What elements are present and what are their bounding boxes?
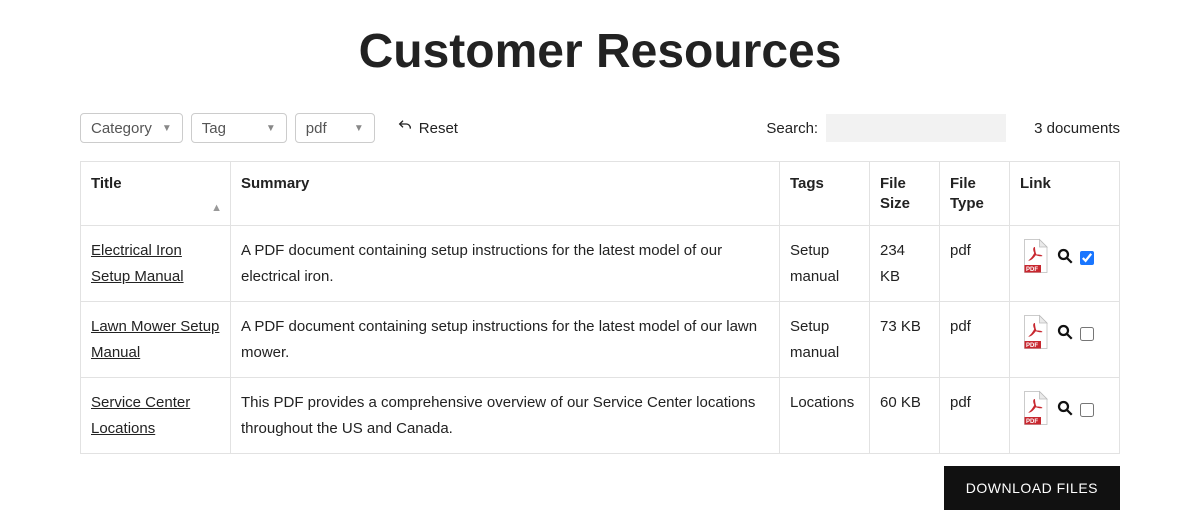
pdf-icon[interactable]: PDF xyxy=(1020,314,1050,354)
filetype-filter-label: pdf xyxy=(306,120,327,137)
row-select-checkbox[interactable] xyxy=(1080,327,1094,341)
col-file-size[interactable]: File Size xyxy=(870,162,940,226)
download-files-button[interactable]: DOWNLOAD FILES xyxy=(944,466,1120,510)
table-row: Electrical Iron Setup Manual A PDF docume… xyxy=(81,226,1120,302)
doc-count: 3 documents xyxy=(1034,120,1120,137)
row-summary: This PDF provides a comprehensive overvi… xyxy=(231,378,780,454)
row-summary: A PDF document containing setup instruct… xyxy=(231,302,780,378)
filter-bar: Category ▼ Tag ▼ pdf ▼ Reset Search: 3 d xyxy=(80,113,1120,143)
row-title-link[interactable]: Service Center Locations xyxy=(91,394,190,437)
tag-filter-label: Tag xyxy=(202,120,226,137)
pdf-icon[interactable]: PDF xyxy=(1020,390,1050,430)
chevron-down-icon: ▼ xyxy=(354,123,364,134)
sort-asc-icon: ▲ xyxy=(211,201,222,215)
reset-button[interactable]: Reset xyxy=(389,114,466,142)
category-filter-label: Category xyxy=(91,120,152,137)
col-summary[interactable]: Summary xyxy=(231,162,780,226)
row-file-type: pdf xyxy=(940,302,1010,378)
undo-icon xyxy=(397,118,413,138)
category-filter[interactable]: Category ▼ xyxy=(80,113,183,143)
row-file-type: pdf xyxy=(940,226,1010,302)
search-input[interactable] xyxy=(826,114,1006,142)
row-summary: A PDF document containing setup instruct… xyxy=(231,226,780,302)
filetype-filter[interactable]: pdf ▼ xyxy=(295,113,375,143)
row-title-link[interactable]: Electrical Iron Setup Manual xyxy=(91,242,184,285)
row-tags: Setup manual xyxy=(780,226,870,302)
col-title[interactable]: Title ▲ xyxy=(81,162,231,226)
search-icon[interactable] xyxy=(1056,247,1074,269)
col-file-type[interactable]: File Type xyxy=(940,162,1010,226)
svg-text:PDF: PDF xyxy=(1026,267,1038,273)
svg-text:PDF: PDF xyxy=(1026,419,1038,425)
row-select-checkbox[interactable] xyxy=(1080,403,1094,417)
search-icon[interactable] xyxy=(1056,323,1074,345)
row-title-link[interactable]: Lawn Mower Setup Manual xyxy=(91,318,219,361)
col-link: Link xyxy=(1010,162,1120,226)
row-link-cell: PDF xyxy=(1010,302,1120,378)
row-link-cell: PDF xyxy=(1010,226,1120,302)
search-label: Search: xyxy=(766,120,818,137)
svg-text:PDF: PDF xyxy=(1026,343,1038,349)
pdf-icon[interactable]: PDF xyxy=(1020,238,1050,278)
resources-table: Title ▲ Summary Tags File Size File Type… xyxy=(80,161,1120,454)
row-select-checkbox[interactable] xyxy=(1080,251,1094,265)
row-tags: Locations xyxy=(780,378,870,454)
chevron-down-icon: ▼ xyxy=(266,123,276,134)
reset-label: Reset xyxy=(419,120,458,137)
chevron-down-icon: ▼ xyxy=(162,123,172,134)
row-link-cell: PDF xyxy=(1010,378,1120,454)
row-file-size: 73 KB xyxy=(870,302,940,378)
search-icon[interactable] xyxy=(1056,399,1074,421)
row-tags: Setup manual xyxy=(780,302,870,378)
row-file-type: pdf xyxy=(940,378,1010,454)
row-file-size: 60 KB xyxy=(870,378,940,454)
row-file-size: 234 KB xyxy=(870,226,940,302)
search-wrap: Search: xyxy=(766,114,1006,142)
page-title: Customer Resources xyxy=(0,24,1200,79)
tag-filter[interactable]: Tag ▼ xyxy=(191,113,287,143)
col-tags[interactable]: Tags xyxy=(780,162,870,226)
table-row: Lawn Mower Setup Manual A PDF document co… xyxy=(81,302,1120,378)
table-row: Service Center Locations This PDF provide… xyxy=(81,378,1120,454)
